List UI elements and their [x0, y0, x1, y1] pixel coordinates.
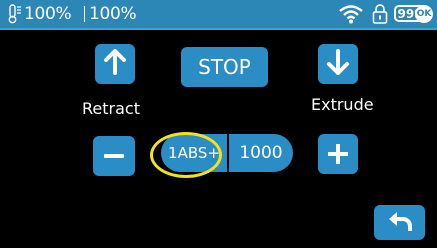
- retract-button[interactable]: [95, 44, 135, 84]
- filament-mode-value: 1ABS+: [168, 144, 220, 162]
- length-value: 1000: [239, 143, 283, 163]
- extrude-label: Extrude: [311, 95, 374, 114]
- thermometer-icon: [8, 4, 22, 24]
- extrude-button[interactable]: [318, 44, 358, 84]
- back-button[interactable]: [374, 205, 425, 240]
- lock-icon: [372, 3, 388, 25]
- decrease-button[interactable]: [93, 136, 135, 176]
- ok-badge: OK: [415, 5, 433, 23]
- minus-icon: [104, 154, 124, 158]
- arrow-up-icon: [103, 49, 127, 79]
- increase-button[interactable]: [318, 134, 358, 174]
- flow-percentage: 100%: [24, 4, 72, 24]
- status-bar: 100% 100% 999: [0, 0, 437, 30]
- stop-button-label: STOP: [198, 55, 251, 79]
- plus-icon: [328, 144, 348, 164]
- retract-label: Retract: [82, 99, 140, 118]
- ok-badge-label: OK: [416, 9, 432, 19]
- status-separator: [84, 6, 85, 22]
- length-value-button[interactable]: 1000: [229, 134, 293, 172]
- stop-button[interactable]: STOP: [181, 47, 268, 87]
- back-arrow-icon: [387, 210, 413, 236]
- filament-mode-button[interactable]: 1ABS+: [161, 134, 227, 172]
- arrow-down-icon: [326, 49, 350, 79]
- speed-percentage: 100%: [89, 4, 137, 24]
- wifi-icon: [339, 4, 363, 24]
- value-selector: 1ABS+ 1000: [161, 134, 293, 172]
